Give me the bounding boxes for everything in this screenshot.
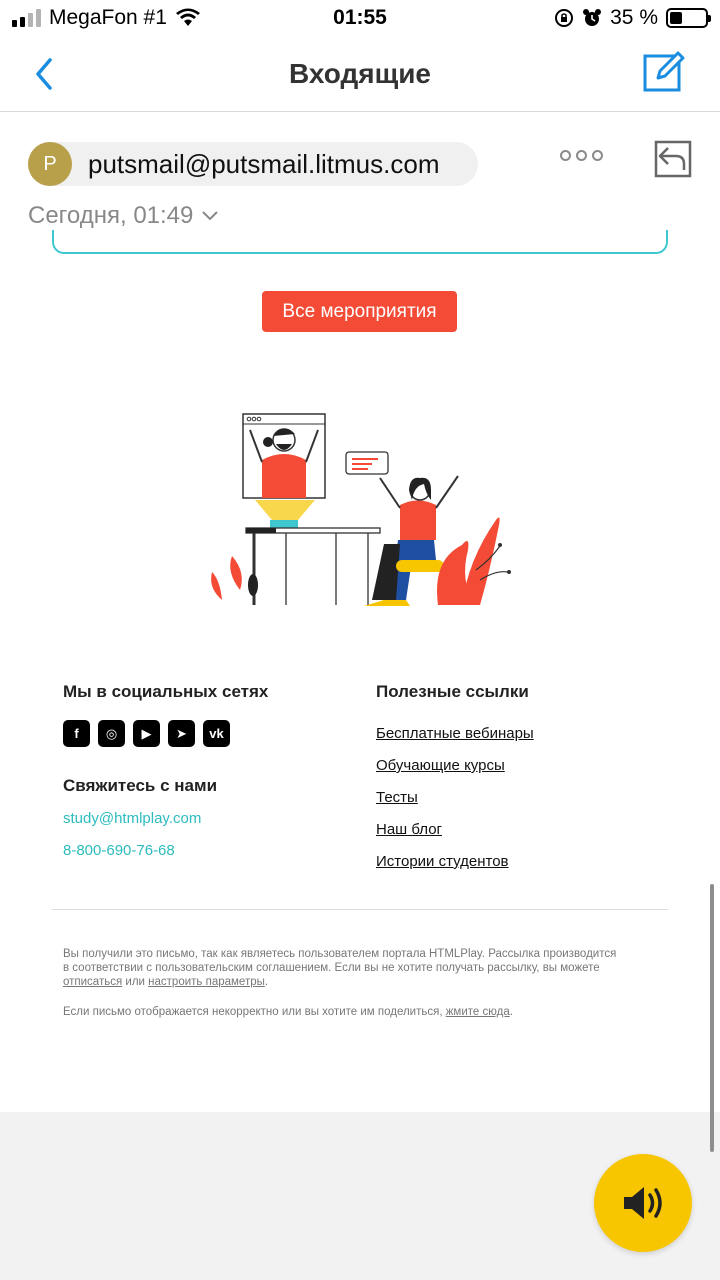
contact-phone-link[interactable]: 8-800-690-76-68 [63, 842, 175, 859]
disclaimer-line-3: отписаться или настроить параметры. [63, 975, 663, 989]
alarm-icon [583, 9, 602, 26]
avatar: P [28, 142, 72, 186]
display-issue-prefix: Если письмо отображается некорректно или… [63, 1006, 443, 1018]
link-tests[interactable]: Тесты [376, 789, 418, 806]
sender-chip[interactable]: P putsmail@putsmail.litmus.com [28, 142, 478, 186]
or-text: или [125, 976, 145, 988]
more-options-icon[interactable] [560, 150, 603, 161]
status-bar: MegaFon #1 01:55 35 % [0, 0, 720, 38]
useful-links-title: Полезные ссылки [376, 682, 529, 701]
compose-icon[interactable] [642, 50, 686, 94]
display-issue-text: Если письмо отображается некорректно или… [63, 1005, 663, 1019]
youtube-icon[interactable]: ▶ [133, 720, 160, 747]
footer-divider [52, 909, 668, 910]
date-text: Сегодня, 01:49 [28, 202, 194, 229]
period: . [509, 1006, 513, 1018]
page-title: Входящие [289, 58, 431, 89]
nav-bar: Входящие [0, 38, 720, 112]
read-aloud-button[interactable] [594, 1154, 692, 1252]
message-date[interactable]: Сегодня, 01:49 [28, 202, 219, 230]
disclaimer-line-1: Вы получили это письмо, так как являетес… [63, 948, 617, 960]
social-title: Мы в социальных сетях [63, 682, 269, 701]
disclaimer-line-2: в соответствии с пользовательским соглаш… [63, 962, 600, 974]
contact-title: Свяжитесь с нами [63, 776, 218, 795]
link-student-stories[interactable]: Истории студентов [376, 853, 509, 870]
link-webinars[interactable]: Бесплатные вебинары [376, 725, 534, 742]
telegram-icon[interactable]: ➤ [168, 720, 195, 747]
sender-email: putsmail@putsmail.litmus.com [88, 148, 440, 179]
speaker-icon [624, 1187, 662, 1219]
battery-icon [666, 8, 711, 28]
battery-percent: 35 % [610, 6, 658, 29]
orientation-lock-icon [555, 9, 574, 27]
all-events-button[interactable]: Все мероприятия [262, 291, 457, 332]
vk-icon[interactable]: vk [203, 720, 230, 747]
instagram-icon[interactable]: ◎ [98, 720, 125, 747]
video-call-illustration [211, 413, 511, 606]
scrollbar[interactable] [710, 884, 714, 1152]
social-links: f ◎ ▶ ➤ vk [63, 720, 230, 747]
disclaimer-text: Вы получили это письмо, так как являетес… [63, 947, 663, 989]
reply-icon[interactable] [654, 138, 694, 178]
contact-email-link[interactable]: study@htmlplay.com [63, 810, 201, 827]
status-right: 35 % [554, 6, 711, 30]
settings-link[interactable]: настроить параметры [148, 976, 265, 988]
link-blog[interactable]: Наш блог [376, 821, 442, 838]
click-here-link[interactable]: жмите сюда [446, 1006, 510, 1018]
chevron-down-icon [202, 211, 219, 221]
period: . [264, 976, 269, 988]
unsubscribe-link[interactable]: отписаться [63, 976, 122, 988]
facebook-icon[interactable]: f [63, 720, 90, 747]
content-block-border [52, 230, 668, 254]
link-courses[interactable]: Обучающие курсы [376, 757, 505, 774]
